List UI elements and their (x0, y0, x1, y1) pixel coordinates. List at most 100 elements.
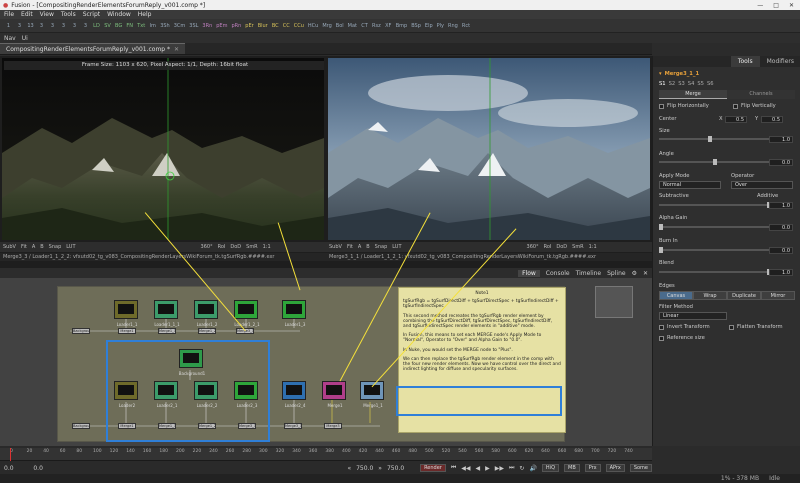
merge-node[interactable]: Merge3 (324, 423, 342, 429)
toolbar-button-32[interactable]: Bmp (394, 21, 409, 31)
render-start-field[interactable]: 0.0 (4, 465, 28, 472)
flatten-transform-checkbox[interactable] (729, 324, 734, 330)
menu-script[interactable]: Script (83, 11, 100, 18)
tab-console[interactable]: Console (546, 270, 570, 277)
toolbar-button-3[interactable]: 3 (36, 21, 47, 31)
flow-canvas[interactable]: Loader1_1 Loader1_1_1 Loader1_2 Loader1_2_1… (0, 278, 652, 446)
toolbar-button-25[interactable]: HCu (306, 21, 320, 31)
doc-tab-close-icon[interactable]: ✕ (174, 46, 179, 53)
burn-in-slider[interactable] (659, 247, 771, 253)
angle-slider-knob[interactable] (713, 159, 717, 165)
menu-tools[interactable]: Tools (61, 11, 76, 18)
toolbar-button-1[interactable]: 3 (14, 21, 25, 31)
flow-close-icon[interactable]: ✕ (643, 270, 652, 277)
invert-transform-checkbox[interactable] (659, 324, 664, 330)
toolbar-button-12[interactable]: Txt (135, 21, 147, 31)
operator-combo[interactable]: Over (731, 181, 793, 189)
flow-node[interactable]: Merge1 (322, 381, 346, 408)
maximize-button[interactable]: □ (773, 2, 779, 9)
left-viewer-control-6[interactable]: 360° (201, 244, 213, 250)
go-start-icon[interactable]: ⏮ (451, 464, 456, 472)
size-field[interactable]: 1.0 (769, 136, 793, 143)
burn-in-slider-knob[interactable] (659, 247, 663, 253)
toolbar-button-28[interactable]: Mat (346, 21, 359, 31)
global-end-field[interactable]: 750.0 (356, 465, 373, 472)
additive-field[interactable]: 1.0 (769, 202, 793, 209)
left-viewer-control-2[interactable]: A (32, 244, 35, 250)
flow-node[interactable]: Loader2_4 (282, 381, 306, 408)
toolbar-button-10[interactable]: BG (113, 21, 124, 31)
minimize-button[interactable]: — (757, 2, 763, 9)
menu-view[interactable]: View (40, 11, 54, 18)
toolbar-button-9[interactable]: SV (102, 21, 113, 31)
toolbar-button-17[interactable]: 3Rn (200, 21, 214, 31)
left-viewer-control-0[interactable]: SubV (3, 244, 16, 250)
toolbar-button-20[interactable]: pEr (243, 21, 255, 31)
ui-toggle[interactable]: Ui (22, 35, 28, 42)
doc-tab-comp[interactable]: CompositingRenderElementsForumReply_v001… (0, 43, 186, 54)
size-slider-knob[interactable] (707, 136, 712, 142)
toolbar-button-4[interactable]: 3 (47, 21, 58, 31)
right-viewer-control-8[interactable]: DoD (556, 244, 567, 250)
right-viewer-control-2[interactable]: A (358, 244, 361, 250)
play-reverse-icon[interactable]: ◀ (476, 465, 481, 472)
toolbar-button-21[interactable]: Blur (256, 21, 270, 31)
toolbar-button-29[interactable]: CT (359, 21, 370, 31)
left-viewer-control-7[interactable]: RoI (218, 244, 226, 250)
toolbar-button-34[interactable]: Elp (423, 21, 435, 31)
left-viewer[interactable]: Frame Size: 1103 x 620, Pixel Aspect: 1/… (2, 58, 324, 240)
tab-modifiers[interactable]: Modifiers (760, 56, 800, 67)
left-viewer-control-8[interactable]: DoD (230, 244, 241, 250)
toolbar-button-16[interactable]: 3SL (187, 21, 200, 31)
toolbar-button-35[interactable]: Ply (435, 21, 446, 31)
step-forward-icon[interactable]: ▶▶ (495, 465, 504, 472)
toolbar-button-7[interactable]: 3 (80, 21, 91, 31)
menu-file[interactable]: File (4, 11, 14, 18)
close-button[interactable]: ✕ (789, 2, 794, 9)
edges-duplicate-button[interactable]: Duplicate (727, 291, 761, 300)
playhead[interactable] (10, 448, 11, 461)
center-x-field[interactable]: 0.5 (725, 115, 747, 123)
edges-canvas-button[interactable]: Canvas (659, 291, 693, 300)
angle-slider[interactable] (659, 159, 771, 165)
toolbar-button-33[interactable]: BSp (409, 21, 423, 31)
toolbar-button-11[interactable]: FN (124, 21, 135, 31)
flow-node[interactable]: Loader1_1 (114, 300, 138, 327)
merge-node[interactable]: Background1 (72, 423, 90, 429)
right-viewer-control-10[interactable]: 1:1 (589, 244, 597, 250)
nav-toggle[interactable]: Nav (4, 35, 16, 42)
size-slider[interactable] (659, 136, 771, 142)
step-back-icon[interactable]: ◀◀ (461, 465, 470, 472)
subtab-channels[interactable]: Channels (727, 90, 795, 99)
version-s3[interactable]: S3 (678, 81, 685, 87)
tab-timeline[interactable]: Timeline (576, 270, 602, 277)
blend-slider[interactable] (659, 269, 771, 275)
version-s1[interactable]: S1 (659, 81, 666, 87)
left-viewer-control-10[interactable]: 1:1 (263, 244, 271, 250)
toolbar-button-15[interactable]: 3Cm (172, 21, 188, 31)
toolbar-button-30[interactable]: Rsz (370, 21, 383, 31)
merge-node[interactable]: Merge1_1 (158, 328, 176, 334)
toolbar-button-18[interactable]: pEm (214, 21, 229, 31)
render-button[interactable]: Render (420, 464, 446, 472)
toolbar-button-19[interactable]: pRn (229, 21, 243, 31)
tab-spline[interactable]: Spline (607, 270, 625, 277)
aprx-button[interactable]: APrx (605, 464, 625, 472)
left-viewer-control-4[interactable]: Snap (49, 244, 62, 250)
prx-button[interactable]: Prx (584, 464, 601, 472)
version-s6[interactable]: S6 (707, 81, 714, 87)
additive-slider[interactable] (659, 202, 771, 208)
right-viewer-control-0[interactable]: SubV (329, 244, 342, 250)
right-viewer-control-6[interactable]: 360° (527, 244, 539, 250)
flow-node[interactable]: Loader1_3 (282, 300, 306, 327)
left-viewer-control-9[interactable]: SmR (246, 244, 258, 250)
time-ruler[interactable]: 0 20 40 60 80 100 120 140 160 180 200 220 240 260 280 3… (0, 448, 652, 461)
right-viewer-control-1[interactable]: Fit (347, 244, 353, 250)
toolbar-button-13[interactable]: Im (147, 21, 158, 31)
right-viewer-control-7[interactable]: RoI (544, 244, 552, 250)
hiq-button[interactable]: HiQ (541, 464, 560, 472)
mb-button[interactable]: MB (564, 464, 580, 472)
node-header[interactable]: ▾ Merge3_1_1 (659, 70, 795, 78)
merge-node[interactable]: Merge1_2 (198, 328, 216, 334)
flow-settings-icon[interactable]: ⚙ (632, 270, 637, 277)
